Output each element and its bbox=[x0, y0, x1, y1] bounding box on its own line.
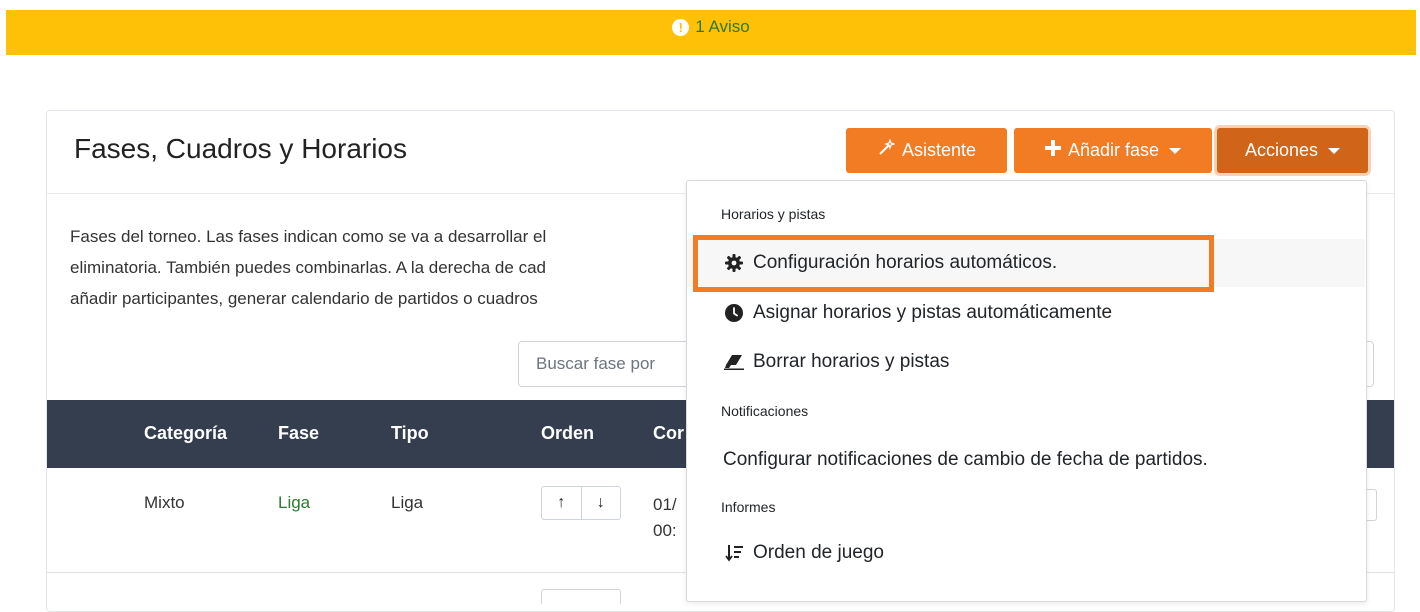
asistente-label: Asistente bbox=[901, 140, 977, 160]
gear-icon bbox=[723, 254, 745, 272]
column-header-fase[interactable]: Fase bbox=[278, 423, 319, 444]
menu-item-play-order[interactable]: Orden de juego bbox=[687, 529, 1365, 577]
eraser-icon bbox=[723, 354, 745, 370]
menu-item-label: Configurar notificaciones de cambio de f… bbox=[723, 449, 1208, 470]
menu-header-schedules: Horarios y pistas bbox=[721, 206, 826, 222]
cell-start-date: 01/ 00: bbox=[653, 492, 677, 544]
menu-item-label: Configuración horarios automáticos. bbox=[753, 252, 1058, 273]
start-date-line: 01/ bbox=[653, 495, 677, 514]
menu-item-label: Orden de juego bbox=[753, 542, 884, 563]
exclamation-circle-icon: ! bbox=[672, 18, 690, 36]
actions-dropdown-button[interactable]: Acciones bbox=[1217, 128, 1368, 173]
menu-header-reports: Informes bbox=[721, 499, 776, 515]
add-phase-label: Añadir fase bbox=[1067, 140, 1160, 160]
warning-content[interactable]: ! 1 Aviso bbox=[672, 17, 750, 37]
sort-order-icon bbox=[723, 544, 745, 562]
clock-icon bbox=[723, 304, 745, 322]
column-header-categoria[interactable]: Categoría bbox=[144, 423, 227, 444]
actions-dropdown-menu: Horarios y pistas Configuración horarios… bbox=[686, 180, 1367, 602]
plus-icon bbox=[1044, 140, 1061, 161]
cell-categoria: Mixto bbox=[144, 493, 185, 512]
menu-item-delete-schedules[interactable]: Borrar horarios y pistas bbox=[687, 338, 1365, 386]
column-header-tipo[interactable]: Tipo bbox=[391, 423, 429, 444]
menu-item-label: Asignar horarios y pistas automáticament… bbox=[753, 302, 1113, 323]
page-title: Fases, Cuadros y Horarios bbox=[74, 133, 408, 164]
cell-tipo: Liga bbox=[391, 493, 424, 512]
start-time-line: 00: bbox=[653, 521, 677, 540]
description-line: Fases del torneo. Las fases indican como… bbox=[70, 227, 547, 246]
chevron-down-icon bbox=[1169, 147, 1182, 154]
column-header-orden[interactable]: Orden bbox=[541, 423, 594, 444]
menu-item-label: Borrar horarios y pistas bbox=[753, 351, 950, 372]
menu-item-assign-schedules[interactable]: Asignar horarios y pistas automáticament… bbox=[687, 289, 1365, 337]
description-line: eliminatoria. También puedes combinarlas… bbox=[70, 258, 546, 277]
description-line: añadir participantes, generar calendario… bbox=[70, 289, 538, 308]
arrow-up-icon[interactable]: ↑ bbox=[542, 487, 581, 519]
warning-banner[interactable]: ! 1 Aviso bbox=[6, 10, 1416, 55]
order-buttons: ↑ ↓ bbox=[541, 486, 621, 520]
phase-link[interactable]: Liga bbox=[278, 493, 310, 513]
arrow-down-icon[interactable]: ↓ bbox=[580, 487, 621, 519]
chevron-down-icon bbox=[1328, 147, 1341, 154]
column-header-comienzo[interactable]: Cor bbox=[653, 423, 684, 444]
menu-item-configure-notifications[interactable]: Configurar notificaciones de cambio de f… bbox=[687, 436, 1365, 484]
asistente-button[interactable]: Asistente bbox=[846, 128, 1007, 173]
magic-wand-icon bbox=[877, 138, 896, 162]
add-phase-button[interactable]: Añadir fase bbox=[1014, 128, 1212, 173]
warning-text: 1 Aviso bbox=[695, 17, 750, 36]
menu-header-notifications: Notificaciones bbox=[721, 403, 809, 419]
next-row-order-buttons[interactable] bbox=[541, 589, 621, 604]
actions-label: Acciones bbox=[1244, 140, 1319, 160]
search-placeholder: Buscar fase por bbox=[536, 354, 656, 373]
description: Fases del torneo. Las fases indican como… bbox=[70, 221, 546, 314]
menu-item-auto-schedule-config[interactable]: Configuración horarios automáticos. bbox=[687, 239, 1365, 287]
